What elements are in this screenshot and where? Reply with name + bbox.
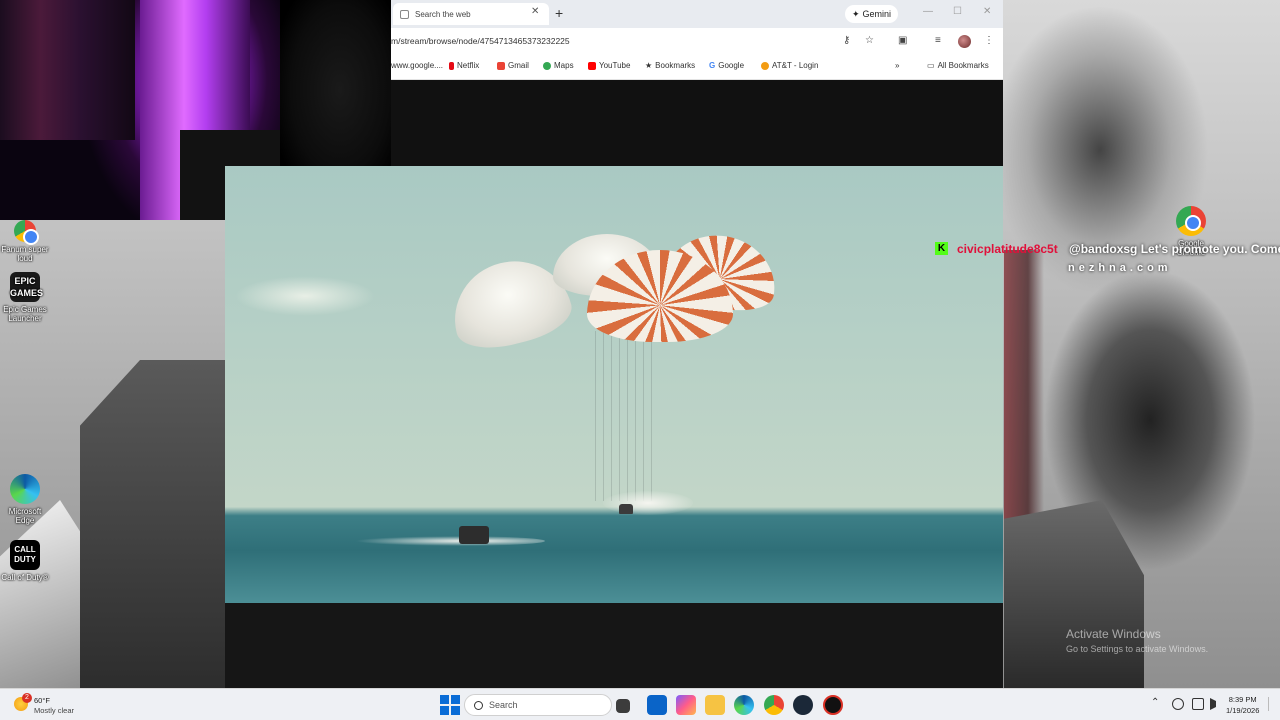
media-controls-icon[interactable]: ≡ bbox=[935, 35, 941, 46]
close-window-icon[interactable]: ✕ bbox=[983, 6, 991, 17]
parachute-lines bbox=[595, 331, 655, 501]
tab-bar: Search the web ✕ + ✦ Gemini — ☐ ✕ bbox=[391, 0, 1003, 28]
chrome-taskbar-icon[interactable] bbox=[764, 695, 784, 715]
bookmark-google-search[interactable]: www.google.... bbox=[391, 61, 443, 70]
chrome-icon bbox=[1176, 206, 1206, 236]
desktop-icon-fanum[interactable]: Fanum super loud bbox=[0, 220, 50, 263]
bookmark-youtube[interactable]: YouTube bbox=[588, 61, 630, 70]
netflix-icon bbox=[449, 61, 454, 70]
bookmark-maps[interactable]: Maps bbox=[543, 61, 574, 70]
webcam-clothes bbox=[0, 0, 135, 140]
gemini-sparkle-icon: ✦ bbox=[852, 8, 860, 19]
browser-window: Search the web ✕ + ✦ Gemini — ☐ ✕ m/stre… bbox=[391, 0, 1003, 80]
show-desktop-button[interactable] bbox=[1268, 697, 1276, 711]
system-clock[interactable]: 8:39 PM 1/19/2026 bbox=[1226, 694, 1259, 716]
watermark-subtitle: Go to Settings to activate Windows. bbox=[1066, 644, 1209, 654]
clock-time: 8:39 PM bbox=[1228, 695, 1257, 704]
close-tab-icon[interactable]: ✕ bbox=[531, 6, 539, 17]
boat-wake bbox=[355, 536, 545, 546]
desktop: Fanum super loud EPIC GAMES Epic Games La… bbox=[0, 0, 1280, 720]
minimize-icon[interactable]: — bbox=[923, 6, 933, 17]
tab-favicon-icon bbox=[400, 9, 409, 19]
activate-windows-watermark: Activate Windows Go to Settings to activ… bbox=[1066, 627, 1208, 654]
google-icon: G bbox=[709, 61, 716, 70]
search-icon bbox=[474, 700, 483, 710]
weather-condition: Mostly clear bbox=[34, 706, 75, 715]
epic-games-icon: EPIC GAMES bbox=[10, 272, 43, 302]
bookmark-gmail[interactable]: Gmail bbox=[497, 61, 529, 70]
file-explorer-icon[interactable] bbox=[705, 695, 725, 715]
task-view-icon[interactable] bbox=[616, 699, 630, 713]
taskbar: 2 60°F Mostly clear Search ⌃ 8:39 PM 1/1… bbox=[0, 688, 1280, 720]
steam-icon[interactable] bbox=[793, 695, 813, 715]
desktop-icon-epic-games[interactable]: EPIC GAMES Epic Games Launcher bbox=[0, 272, 50, 323]
chrome-icon bbox=[14, 220, 39, 245]
dragon-capsule bbox=[619, 504, 633, 514]
menu-kebab-icon[interactable]: ⋮ bbox=[984, 35, 994, 46]
desktop-icon-call-of-duty[interactable]: CALL DUTY Call of Duty® bbox=[0, 540, 50, 582]
watermark-title: Activate Windows bbox=[1066, 627, 1161, 641]
tray-overflow-chevron-icon[interactable]: ⌃ bbox=[1151, 697, 1159, 708]
obs-record-icon[interactable] bbox=[823, 695, 843, 715]
outlook-icon[interactable] bbox=[647, 695, 667, 715]
bookmarks-bar: www.google.... Netflix Gmail Maps YouTub… bbox=[391, 54, 1003, 80]
weather-widget[interactable]: 2 60°F Mostly clear bbox=[14, 693, 94, 717]
search-placeholder: Search bbox=[489, 700, 518, 710]
bookmark-star-icon[interactable]: ☆ bbox=[865, 35, 874, 46]
gemini-button[interactable]: ✦ Gemini bbox=[845, 5, 899, 23]
gmail-icon bbox=[497, 61, 505, 70]
address-bar[interactable]: m/stream/browse/node/4754713465373232225… bbox=[391, 28, 1003, 54]
capsule-splash bbox=[603, 491, 693, 515]
bookmarks-overflow-button[interactable]: » bbox=[895, 61, 899, 70]
youtube-icon bbox=[588, 61, 596, 70]
reading-list-icon[interactable]: ▣ bbox=[898, 35, 907, 46]
gemini-label: Gemini bbox=[862, 9, 892, 19]
url-text[interactable]: m/stream/browse/node/4754713465373232225 bbox=[391, 36, 570, 46]
taskbar-search[interactable]: Search bbox=[464, 694, 612, 716]
windows-logo-icon bbox=[440, 695, 449, 704]
bookmark-att-login[interactable]: AT&T - Login bbox=[761, 61, 818, 70]
wallpaper-house bbox=[80, 360, 230, 688]
star-icon: ★ bbox=[645, 61, 653, 70]
video-cloud bbox=[235, 276, 375, 316]
start-button[interactable] bbox=[440, 695, 460, 715]
password-key-icon[interactable]: ⚷ bbox=[843, 35, 850, 46]
maps-icon bbox=[543, 61, 551, 70]
edge-taskbar-icon[interactable] bbox=[734, 695, 754, 715]
network-icon[interactable] bbox=[1172, 698, 1184, 710]
weather-temperature: 60°F bbox=[34, 696, 50, 705]
bookmark-bookmarks[interactable]: ★ Bookmarks bbox=[645, 61, 695, 70]
chat-text-continued: nezhna.com bbox=[1068, 262, 1172, 274]
maximize-icon[interactable]: ☐ bbox=[953, 6, 962, 17]
tab-search-the-web[interactable]: Search the web bbox=[393, 3, 549, 25]
display-icon[interactable] bbox=[1192, 698, 1204, 710]
weather-notification-badge: 2 bbox=[22, 693, 32, 703]
chat-text: @bandoxsg Let's promote you. Come bbox=[1069, 242, 1280, 256]
clock-date: 1/19/2026 bbox=[1226, 706, 1260, 715]
folder-icon: ▭ bbox=[927, 61, 935, 70]
bookmark-google[interactable]: G Google bbox=[709, 61, 744, 70]
call-of-duty-icon: CALL DUTY bbox=[10, 540, 40, 570]
desktop-icon-label: Fanum super loud bbox=[1, 245, 49, 263]
bookmark-netflix[interactable]: Netflix bbox=[449, 61, 479, 70]
desktop-icon-label: Epic Games Launcher bbox=[3, 305, 47, 323]
desktop-icon-edge[interactable]: Microsoft Edge bbox=[0, 474, 50, 525]
tab-title: Search the web bbox=[415, 9, 471, 19]
att-icon bbox=[761, 61, 769, 70]
desktop-icon-label: Call of Duty® bbox=[1, 573, 49, 582]
new-tab-button[interactable]: + bbox=[555, 5, 563, 21]
desktop-icon-label: Microsoft Edge bbox=[8, 507, 42, 525]
edge-icon bbox=[10, 474, 40, 504]
chat-username: civicplatitude8c5t bbox=[957, 242, 1058, 256]
all-bookmarks-button[interactable]: ▭ All Bookmarks bbox=[927, 61, 989, 70]
video-letterbox-bottom bbox=[225, 603, 1003, 688]
recovery-boat bbox=[459, 526, 489, 544]
copilot-icon[interactable] bbox=[676, 695, 696, 715]
volume-icon[interactable] bbox=[1210, 698, 1216, 710]
profile-avatar[interactable] bbox=[958, 35, 971, 48]
kick-badge-icon: K bbox=[935, 242, 948, 255]
video-player[interactable] bbox=[225, 166, 1003, 603]
video-letterbox-top bbox=[391, 80, 1003, 166]
